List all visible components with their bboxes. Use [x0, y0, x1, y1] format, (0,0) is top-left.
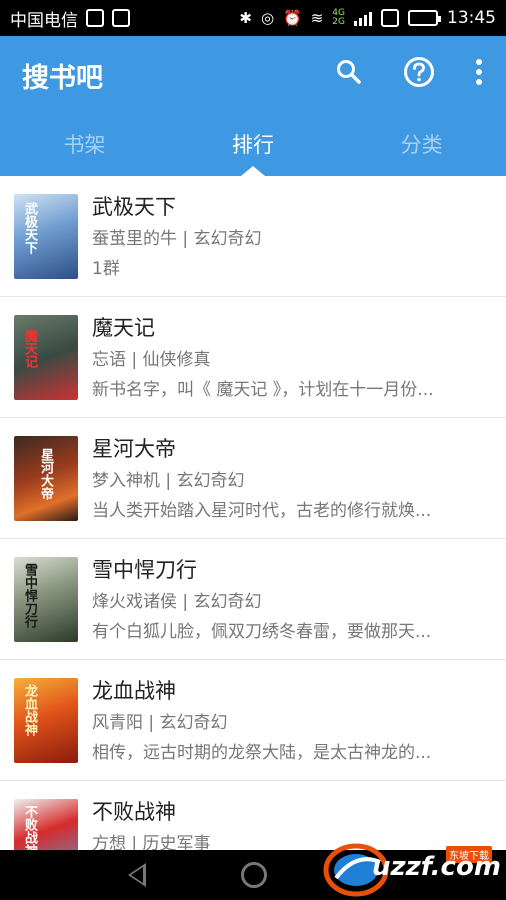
book-author: 烽火戏诸侯 — [92, 592, 177, 612]
book-cover: 龙血战神 — [14, 678, 78, 763]
sim-alert-icon — [381, 9, 399, 27]
book-cover: 魔天记 — [14, 315, 78, 400]
book-cover: 不败战神 — [14, 799, 78, 850]
sim-icon — [86, 9, 104, 27]
clock: 13:45 — [447, 8, 496, 28]
tab-category[interactable]: 分类 — [337, 122, 506, 176]
tab-bar: 书架 排行 分类 — [0, 122, 506, 176]
book-genre: 历史军事 — [142, 834, 211, 850]
book-title: 星河大帝 — [92, 437, 176, 461]
more-vert-icon — [476, 59, 482, 85]
book-list: 武极天下 武极天下 蚕茧里的牛 | 玄幻奇幻 1群 魔天记 魔天记 忘语 | 仙… — [0, 176, 506, 850]
book-cover: 武极天下 — [14, 194, 78, 279]
book-title: 不败战神 — [92, 800, 176, 824]
back-icon[interactable] — [128, 863, 146, 887]
cover-text: 武极天下 — [22, 202, 37, 254]
list-item[interactable]: 雪中悍刀行 雪中悍刀行 烽火戏诸侯 | 玄幻奇幻 有个白狐儿脸，佩双刀绣冬春雷，… — [0, 539, 506, 660]
book-cover: 雪中悍刀行 — [14, 557, 78, 642]
list-item[interactable]: 星河大帝 星河大帝 梦入神机 | 玄幻奇幻 当人类开始踏入星河时代，古老的修行就… — [0, 418, 506, 539]
book-description: 当人类开始踏入星河时代，古老的修行就焕... — [92, 501, 432, 521]
help-button[interactable] — [402, 54, 436, 90]
list-item[interactable]: 武极天下 武极天下 蚕茧里的牛 | 玄幻奇幻 1群 — [0, 176, 506, 297]
home-icon[interactable] — [241, 862, 267, 888]
search-icon — [337, 60, 361, 84]
carrier-label: 中国电信 — [10, 10, 78, 31]
tab-bookshelf[interactable]: 书架 — [0, 122, 169, 176]
signal-icon — [354, 10, 372, 26]
book-description: 1群 — [92, 259, 120, 279]
watermark-text: uzzf.com — [372, 852, 501, 882]
cover-text: 不败战神 — [22, 805, 37, 850]
book-genre: 玄幻奇幻 — [193, 592, 262, 612]
book-title: 雪中悍刀行 — [92, 558, 197, 582]
network-type-icon: 4G 2G — [332, 9, 345, 27]
book-genre: 玄幻奇幻 — [193, 229, 262, 249]
book-description: 有个白狐儿脸，佩双刀绣冬春雷，要做那天... — [92, 622, 432, 642]
book-cover: 星河大帝 — [14, 436, 78, 521]
cover-text: 龙血战神 — [22, 684, 37, 736]
battery-icon — [408, 10, 441, 26]
book-description: 相传，远古时期的龙祭大陆，是太古神龙的... — [92, 743, 432, 763]
book-author: 风青阳 — [92, 713, 143, 733]
book-genre: 玄幻奇幻 — [176, 471, 245, 491]
status-bar: 中国电信 ✱ ◎ ⏰ ≋ 4G 2G 13:45 — [0, 0, 506, 36]
book-title: 龙血战神 — [92, 679, 176, 703]
book-author: 方想 — [92, 834, 126, 850]
book-title: 魔天记 — [92, 316, 155, 340]
wifi-icon: ≋ — [310, 8, 324, 27]
help-icon — [404, 57, 434, 87]
app-bar: 搜书吧 书架 排行 分类 — [0, 36, 506, 176]
book-author: 忘语 — [92, 350, 126, 370]
cover-text: 魔天记 — [22, 329, 37, 368]
book-title: 武极天下 — [92, 195, 176, 219]
book-description: 新书名字，叫《 魔天记 》，计划在十一月份... — [92, 380, 434, 400]
cover-text: 雪中悍刀行 — [22, 563, 37, 628]
book-author: 蚕茧里的牛 — [92, 229, 177, 249]
list-item[interactable]: 龙血战神 龙血战神 风青阳 | 玄幻奇幻 相传，远古时期的龙祭大陆，是太古神龙的… — [0, 660, 506, 781]
cover-text: 星河大帝 — [38, 448, 53, 500]
list-item[interactable]: 魔天记 魔天记 忘语 | 仙侠修真 新书名字，叫《 魔天记 》，计划在十一月份.… — [0, 297, 506, 418]
book-author: 梦入神机 — [92, 471, 160, 491]
book-genre: 仙侠修真 — [142, 350, 211, 370]
bluetooth-icon: ✱ — [239, 8, 252, 27]
image-notification-icon — [112, 9, 130, 27]
book-genre: 玄幻奇幻 — [159, 713, 228, 733]
tab-ranking[interactable]: 排行 — [169, 122, 338, 176]
more-button[interactable] — [472, 54, 486, 90]
vibrate-icon: ◎ — [260, 8, 275, 27]
alarm-icon: ⏰ — [283, 8, 302, 27]
search-button[interactable] — [332, 54, 366, 90]
app-title: 搜书吧 — [22, 63, 103, 94]
network-bottom-label: 2G — [332, 17, 345, 27]
